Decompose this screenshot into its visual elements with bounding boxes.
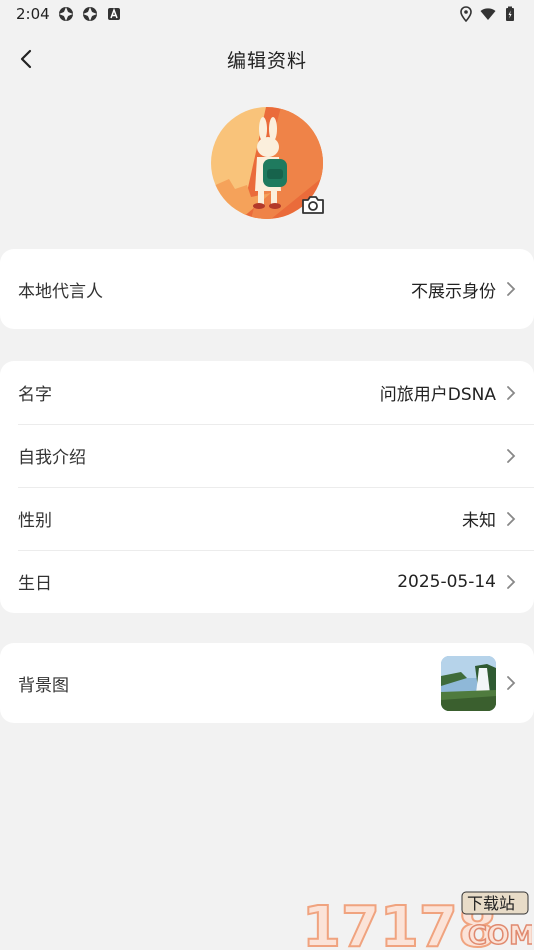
back-icon[interactable] (14, 46, 40, 72)
gender-value: 未知 (462, 511, 496, 531)
header: 编辑资料 (0, 34, 534, 84)
background-thumbnail (441, 655, 496, 711)
name-row[interactable]: 名字 问旅用户DSNA (0, 361, 534, 424)
status-time: 2:04 (16, 5, 50, 23)
avatar-button[interactable] (211, 107, 324, 219)
chevron-right-icon (507, 574, 516, 589)
watermark-tag: 下载站 (467, 894, 515, 913)
battery-icon (506, 6, 514, 21)
name-label: 名字 (18, 385, 52, 405)
camera-icon[interactable] (299, 193, 327, 217)
location-icon (460, 6, 472, 22)
chevron-right-icon (507, 676, 516, 690)
intro-label: 自我介绍 (18, 448, 86, 468)
profile-card: 名字 问旅用户DSNA 自我介绍 性别 未知 生日 2025-05-14 (0, 361, 534, 613)
birthday-value: 2025-05-14 (397, 571, 496, 592)
chevron-right-icon (507, 385, 516, 400)
chevron-right-icon (507, 282, 516, 296)
background-row[interactable]: 背景图 (0, 643, 534, 723)
birthday-row[interactable]: 生日 2025-05-14 (0, 550, 534, 613)
app-a-icon (107, 7, 120, 20)
chevron-right-icon (507, 511, 516, 526)
wifi-icon (480, 8, 496, 20)
spokesperson-card: 本地代言人 不展示身份 (0, 249, 534, 329)
page-title: 编辑资料 (226, 49, 307, 72)
intro-row[interactable]: 自我介绍 (0, 424, 534, 487)
chevron-right-icon (507, 448, 516, 463)
background-card: 背景图 (0, 643, 534, 723)
spokesperson-value: 不展示身份 (411, 281, 496, 302)
background-label: 背景图 (18, 675, 69, 696)
birthday-label: 生日 (18, 574, 52, 594)
spokesperson-label: 本地代言人 (18, 281, 103, 302)
watermark-domain: COM (468, 921, 532, 950)
watermark-logo: 17178 下载站 COM (302, 891, 532, 950)
gender-label: 性别 (18, 511, 52, 531)
status-bar: 2:04 (0, 0, 534, 28)
gender-row[interactable]: 性别 未知 (0, 487, 534, 550)
sync-icon (82, 7, 97, 21)
name-value: 问旅用户DSNA (379, 385, 496, 405)
sync-icon (58, 7, 73, 21)
spokesperson-row[interactable]: 本地代言人 不展示身份 (0, 249, 534, 329)
